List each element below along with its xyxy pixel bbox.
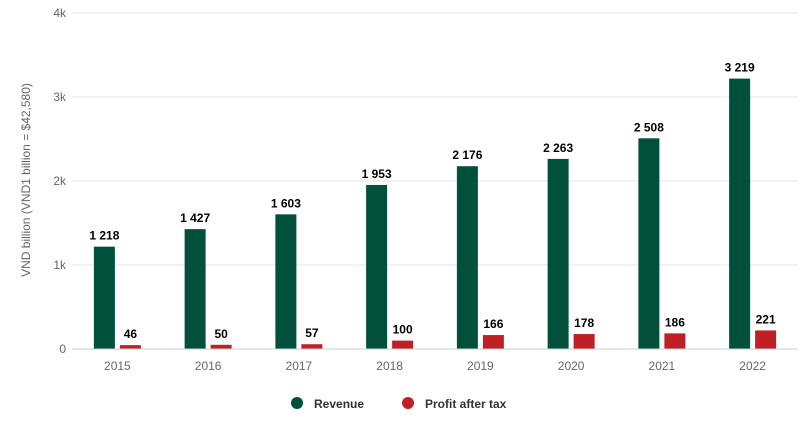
data-label-profit-after-tax-2021: 186	[665, 315, 685, 329]
data-label-revenue-2018: 1 953	[362, 167, 392, 181]
bar-revenue-2020[interactable]	[547, 158, 569, 349]
y-tick-label: 0	[59, 342, 66, 356]
y-tick-label: 1k	[53, 258, 67, 272]
x-tick-label: 2017	[286, 359, 313, 373]
data-label-profit-after-tax-2022: 221	[756, 312, 776, 326]
data-label-revenue-2020: 2 263	[543, 141, 573, 155]
data-label-revenue-2017: 1 603	[271, 196, 301, 210]
legend-item-profit-after-tax[interactable]: Profit after tax	[402, 397, 507, 411]
data-label-profit-after-tax-2019: 166	[483, 317, 503, 331]
bar-revenue-2021[interactable]	[638, 138, 660, 349]
bar-chart: 0 1k 2k 3k 4k VND billion (VND1 billion = $4…	[19, 6, 798, 411]
x-tick-label: 2021	[649, 359, 676, 373]
data-label-revenue-2021: 2 508	[634, 120, 664, 134]
x-tick-label: 2018	[376, 359, 403, 373]
bar-revenue-2022[interactable]	[729, 78, 751, 349]
bar-profit-after-tax-2018[interactable]	[392, 340, 414, 349]
legend-item-revenue[interactable]: Revenue	[291, 397, 364, 411]
bar-profit-after-tax-2016[interactable]	[210, 344, 232, 349]
x-tick-label: 2022	[739, 359, 766, 373]
y-tick-label: 2k	[53, 174, 67, 188]
bar-profit-after-tax-2017[interactable]	[301, 344, 323, 349]
x-tick-label: 2019	[467, 359, 494, 373]
bar-revenue-2017[interactable]	[275, 214, 297, 349]
y-tick-label: 3k	[53, 90, 67, 104]
data-label-revenue-2019: 2 176	[452, 148, 482, 162]
data-label-profit-after-tax-2015: 46	[124, 327, 138, 341]
bar-profit-after-tax-2015[interactable]	[119, 345, 141, 349]
x-tick-label: 2016	[195, 359, 222, 373]
bar-profit-after-tax-2021[interactable]	[664, 333, 686, 349]
x-axis-ticks: 2015 2016 2017 2018 2019 2020 2021 2022	[104, 359, 766, 373]
legend-marker-revenue	[291, 397, 303, 409]
data-label-revenue-2016: 1 427	[180, 211, 210, 225]
y-tick-label: 4k	[53, 6, 67, 20]
bar-profit-after-tax-2022[interactable]	[755, 330, 777, 349]
gridlines	[72, 12, 798, 266]
y-axis-ticks: 0 1k 2k 3k 4k	[53, 6, 67, 356]
bar-revenue-2016[interactable]	[184, 229, 206, 349]
legend-label-profit-after-tax: Profit after tax	[425, 397, 507, 411]
data-label-profit-after-tax-2020: 178	[574, 316, 594, 330]
bar-revenue-2018[interactable]	[366, 184, 388, 349]
bar-revenue-2015[interactable]	[93, 246, 115, 349]
data-label-revenue-2022: 3 219	[725, 61, 755, 75]
bar-revenue-2019[interactable]	[456, 166, 478, 349]
data-label-profit-after-tax-2017: 57	[305, 326, 319, 340]
data-label-profit-after-tax-2018: 100	[393, 323, 413, 337]
y-axis-title: VND billion (VND1 billion = $42,580)	[19, 83, 33, 277]
x-tick-label: 2020	[558, 359, 585, 373]
legend-label-revenue: Revenue	[314, 397, 364, 411]
bar-profit-after-tax-2019[interactable]	[482, 335, 504, 349]
data-label-profit-after-tax-2016: 50	[214, 327, 228, 341]
legend: Revenue Profit after tax	[291, 397, 507, 411]
bar-profit-after-tax-2020[interactable]	[573, 334, 595, 349]
legend-marker-profit-after-tax	[402, 397, 414, 409]
x-tick-label: 2015	[104, 359, 131, 373]
data-label-revenue-2015: 1 218	[89, 229, 119, 243]
